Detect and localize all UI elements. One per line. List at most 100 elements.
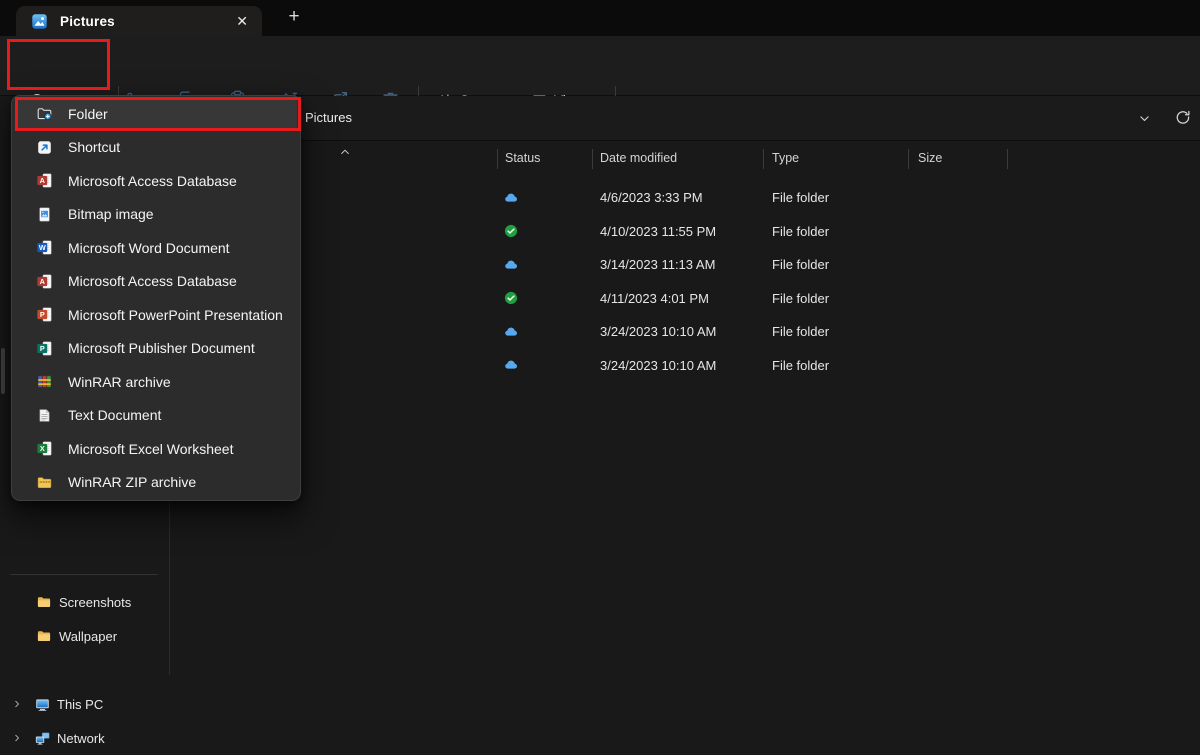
cloud-icon [503, 190, 519, 206]
word-icon [36, 239, 53, 256]
menu-item-label: Bitmap image [68, 206, 154, 222]
file-row[interactable]: 4/6/2023 3:33 PM File folder [170, 181, 1200, 215]
tab-bar: Pictures ✕ + [0, 0, 1200, 36]
bitmap-icon [36, 206, 53, 223]
shortcut-icon [36, 139, 53, 156]
pc-icon [34, 696, 51, 713]
tab-close-icon[interactable]: ✕ [232, 12, 252, 30]
context-menu-item[interactable]: Microsoft PowerPoint Presentation [15, 298, 297, 332]
column-divider[interactable] [592, 149, 593, 169]
context-menu-item[interactable]: Shortcut [15, 131, 297, 165]
column-divider[interactable] [763, 149, 764, 169]
chevron-right-icon[interactable] [12, 699, 22, 709]
context-menu-item[interactable]: WinRAR ZIP archive [15, 466, 297, 500]
sidebar-tree: This PC Network [0, 687, 169, 755]
column-header-row: Status Date modified Type Size [170, 141, 1200, 176]
file-row[interactable]: 3/24/2023 10:10 AM File folder [170, 349, 1200, 383]
context-menu-item[interactable]: Microsoft Word Document [15, 231, 297, 265]
sidebar-folder-item[interactable]: Screenshots [0, 585, 169, 619]
sidebar-item-label: Network [57, 731, 105, 746]
folder-icon [36, 628, 52, 644]
sidebar-folder-list: Screenshots Wallpaper [0, 585, 169, 653]
menu-item-label: Microsoft Access Database [68, 273, 237, 289]
context-menu-item[interactable]: Bitmap image [15, 198, 297, 232]
file-row[interactable]: 3/14/2023 11:13 AM File folder [170, 248, 1200, 282]
file-list: 4/6/2023 3:33 PM File folder 4/10/2023 1… [170, 181, 1200, 382]
context-menu-item[interactable]: Microsoft Publisher Document [15, 332, 297, 366]
date-modified-cell: 3/24/2023 10:10 AM [600, 349, 716, 383]
highlight-box-new-button [7, 39, 110, 90]
type-cell: File folder [772, 215, 829, 249]
context-menu-item[interactable]: Microsoft Excel Worksheet [15, 432, 297, 466]
context-menu-item[interactable]: WinRAR archive [15, 365, 297, 399]
pictures-icon [31, 13, 48, 30]
menu-item-label: WinRAR ZIP archive [68, 474, 196, 490]
sidebar-tree-item[interactable]: This PC [0, 687, 169, 721]
zip-icon [36, 474, 53, 491]
column-divider[interactable] [497, 149, 498, 169]
menu-item-label: Microsoft Publisher Document [68, 340, 255, 356]
date-modified-cell: 3/24/2023 10:10 AM [600, 315, 716, 349]
file-row[interactable]: 3/24/2023 10:10 AM File folder [170, 315, 1200, 349]
sort-ascending-icon [339, 146, 351, 158]
menu-item-label: Shortcut [68, 139, 120, 155]
folder-icon [36, 594, 52, 610]
tab-label: Pictures [60, 14, 115, 29]
menu-item-label: Microsoft Access Database [68, 173, 237, 189]
sidebar-item-label: Screenshots [58, 595, 131, 610]
network-icon [34, 730, 51, 747]
column-header-date-modified[interactable]: Date modified [600, 141, 677, 176]
menu-item-label: Microsoft Word Document [68, 240, 230, 256]
context-menu-item[interactable]: Microsoft Access Database [15, 265, 297, 299]
text-doc-icon [36, 407, 53, 424]
sidebar-item-label: This PC [57, 697, 103, 712]
address-chevron-down-icon[interactable] [1138, 112, 1151, 125]
command-toolbar: New Sort View [0, 36, 1200, 96]
new-context-menu: Folder Shortcut Microsoft Access Databas… [11, 95, 301, 501]
date-modified-cell: 4/11/2023 4:01 PM [600, 282, 709, 316]
file-row[interactable]: 4/10/2023 11:55 PM File folder [170, 215, 1200, 249]
publisher-icon [36, 340, 53, 357]
context-menu-item[interactable]: Microsoft Access Database [15, 164, 297, 198]
type-cell: File folder [772, 315, 829, 349]
column-divider[interactable] [1007, 149, 1008, 169]
column-header-status[interactable]: Status [505, 141, 540, 176]
date-modified-cell: 4/10/2023 11:55 PM [600, 215, 716, 249]
menu-item-label: WinRAR archive [68, 374, 171, 390]
address-bar[interactable]: Pictures [170, 96, 1200, 141]
cloud-icon [503, 324, 519, 340]
tab-pictures[interactable]: Pictures ✕ [16, 6, 262, 36]
highlight-box-folder-item [15, 97, 301, 131]
sidebar-tree-item[interactable]: Network [0, 721, 169, 755]
column-header-type[interactable]: Type [772, 141, 799, 176]
context-menu-item[interactable]: Text Document [15, 399, 297, 433]
date-modified-cell: 3/14/2023 11:13 AM [600, 248, 715, 282]
column-header-size[interactable]: Size [918, 141, 942, 176]
type-cell: File folder [772, 248, 829, 282]
check-icon [503, 290, 519, 306]
sidebar-item-label: Wallpaper [58, 629, 117, 644]
cloud-icon [503, 357, 519, 373]
access-icon [36, 273, 53, 290]
menu-item-label: Text Document [68, 407, 161, 423]
type-cell: File folder [772, 349, 829, 383]
chevron-right-icon[interactable] [12, 733, 22, 743]
menu-item-label: Microsoft PowerPoint Presentation [68, 307, 283, 323]
type-cell: File folder [772, 282, 829, 316]
excel-icon [36, 440, 53, 457]
check-icon [503, 223, 519, 239]
refresh-icon[interactable] [1174, 109, 1192, 127]
menu-item-label: Microsoft Excel Worksheet [68, 441, 233, 457]
sidebar-scrollbar[interactable] [1, 348, 5, 394]
new-tab-button[interactable]: + [281, 4, 307, 30]
powerpoint-icon [36, 306, 53, 323]
access-icon [36, 172, 53, 189]
winrar-icon [36, 373, 53, 390]
column-divider[interactable] [908, 149, 909, 169]
sidebar-divider [10, 574, 158, 575]
sidebar-folder-item[interactable]: Wallpaper [0, 619, 169, 653]
cloud-icon [503, 257, 519, 273]
file-row[interactable]: 4/11/2023 4:01 PM File folder [170, 282, 1200, 316]
type-cell: File folder [772, 181, 829, 215]
breadcrumb-path[interactable]: Pictures [305, 96, 352, 140]
